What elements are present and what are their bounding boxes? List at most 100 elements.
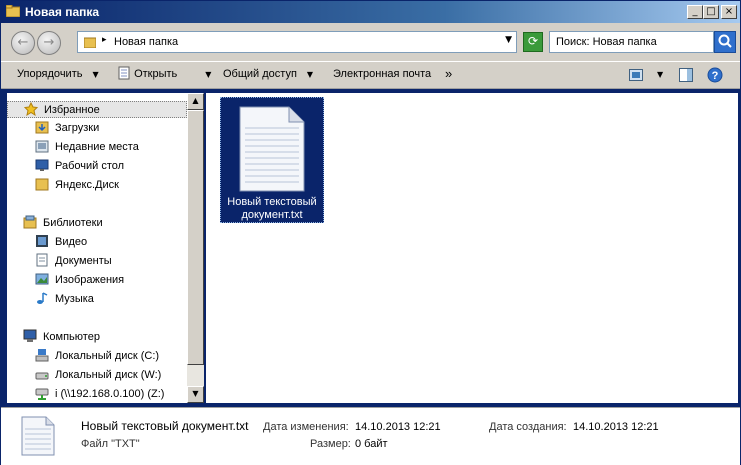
nav-item-disk-c[interactable]: Локальный диск (C:)	[35, 348, 159, 365]
details-created-value: 14.10.2013 12:21	[573, 421, 659, 433]
breadcrumb-arrow-icon[interactable]: ▸	[102, 35, 107, 45]
minimize-button[interactable]: _	[687, 5, 703, 19]
nav-item-disk-w[interactable]: Локальный диск (W:)	[35, 367, 161, 384]
details-file-name: Новый текстовый документ.txt	[81, 419, 249, 433]
more-commands-button[interactable]: »	[445, 66, 452, 81]
nav-label: Локальный диск (W:)	[55, 369, 162, 381]
drive-icon	[35, 367, 49, 381]
chevron-down-icon: ▼	[205, 70, 212, 79]
search-icon	[718, 34, 732, 48]
address-bar-row: ← → ▸ Новая папка ▼ ⟳ Поиск: Новая папка	[1, 23, 740, 61]
nav-item-libraries[interactable]: Библиотеки	[23, 215, 103, 232]
chevron-down-icon: ▼	[306, 70, 314, 79]
chevron-down-icon[interactable]: ▼	[657, 70, 663, 79]
preview-pane-icon[interactable]	[679, 68, 693, 82]
explorer-window: Новая папка _ □ × ← → ▸ Новая папка ▼ ⟳ …	[0, 0, 741, 465]
window-title: Новая папка	[25, 5, 100, 19]
file-list-area[interactable]: Новый текстовый документ.txt	[206, 93, 738, 403]
nav-item-yandex-disk[interactable]: Яндекс.Диск	[35, 177, 119, 194]
computer-icon	[23, 329, 37, 343]
nav-label: Видео	[55, 236, 88, 248]
nav-label: Недавние места	[55, 141, 139, 153]
folder-icon	[35, 177, 49, 191]
open-label: Открыть	[134, 68, 178, 80]
nav-item-computer[interactable]: Компьютер	[23, 329, 100, 346]
nav-label: Библиотеки	[43, 217, 103, 229]
svg-text:?: ?	[712, 70, 719, 82]
open-menu[interactable]: Открыть ▼	[117, 66, 211, 80]
help-icon[interactable]: ?	[707, 67, 723, 83]
nav-label: Рабочий стол	[55, 160, 125, 172]
navigation-pane: Избранное Загрузки Недавние места Рабочи…	[7, 93, 187, 403]
nav-item-video[interactable]: Видео	[35, 234, 87, 251]
scroll-thumb[interactable]	[187, 110, 204, 365]
downloads-folder-icon	[35, 120, 49, 134]
star-icon	[23, 101, 39, 117]
organize-label: Упорядочить	[17, 68, 83, 80]
file-name-label: Новый текстовый документ.txt	[223, 196, 321, 222]
text-document-icon	[239, 106, 305, 192]
command-toolbar: Упорядочить ▼ Открыть ▼ Общий доступ ▼ Элек…	[1, 61, 740, 89]
recent-places-icon	[35, 139, 49, 153]
desktop-icon	[35, 158, 49, 172]
nav-item-desktop[interactable]: Рабочий стол	[35, 158, 124, 175]
nav-label: Избранное	[44, 104, 100, 116]
nav-label: Музыка	[55, 293, 94, 305]
video-icon	[35, 234, 49, 248]
file-name-line: Новый текстовый	[227, 196, 317, 208]
network-drive-icon	[35, 386, 49, 400]
chevron-down-icon[interactable]: ▼	[505, 35, 512, 45]
file-name-line: документ.txt	[241, 209, 303, 221]
share-menu[interactable]: Общий доступ ▼	[223, 68, 313, 80]
music-icon	[35, 291, 49, 305]
breadcrumb-current[interactable]: Новая папка	[114, 36, 178, 48]
nav-item-disk-z[interactable]: i (\\192.168.0.100) (Z:)	[35, 386, 164, 403]
nav-label: Компьютер	[43, 331, 100, 343]
text-document-icon	[21, 416, 55, 456]
file-item-txt[interactable]: Новый текстовый документ.txt	[220, 97, 324, 223]
search-input[interactable]: Поиск: Новая папка	[549, 31, 714, 53]
nav-item-documents[interactable]: Документы	[35, 253, 112, 270]
details-file-type: Файл "TXT"	[81, 438, 140, 450]
scroll-down-button[interactable]: ▼	[187, 386, 204, 403]
nav-item-favorites[interactable]: Избранное	[7, 101, 187, 118]
maximize-button[interactable]: □	[703, 5, 719, 19]
address-bar[interactable]: ▸ Новая папка ▼	[77, 31, 517, 53]
libraries-icon	[23, 215, 37, 229]
nav-label: Документы	[55, 255, 112, 267]
scroll-up-button[interactable]: ▲	[187, 93, 204, 110]
folder-icon	[84, 37, 96, 48]
share-label: Общий доступ	[223, 68, 297, 80]
sidebar-scrollbar[interactable]: ▲ ▼	[187, 93, 204, 403]
nav-label: Загрузки	[55, 122, 100, 134]
details-size-label: Размер:	[310, 438, 351, 450]
search-button[interactable]	[714, 31, 736, 53]
nav-item-images[interactable]: Изображения	[35, 272, 124, 289]
nav-label: Локальный диск (C:)	[55, 350, 160, 362]
folder-icon	[6, 5, 20, 17]
notepad-icon	[118, 66, 130, 80]
system-drive-icon	[35, 348, 49, 362]
documents-icon	[35, 253, 49, 267]
close-button[interactable]: ×	[721, 5, 737, 19]
nav-item-music[interactable]: Музыка	[35, 291, 94, 308]
view-options-icon[interactable]	[629, 69, 643, 81]
nav-label: Яндекс.Диск	[55, 179, 119, 191]
forward-button[interactable]: →	[37, 31, 61, 55]
details-pane: Новый текстовый документ.txt Дата измене…	[1, 407, 740, 465]
nav-label: Изображения	[55, 274, 125, 286]
nav-item-downloads[interactable]: Загрузки	[35, 120, 99, 137]
details-size-value: 0 байт	[355, 438, 388, 450]
title-bar[interactable]: Новая папка _ □ ×	[1, 1, 740, 23]
back-button[interactable]: ←	[11, 31, 35, 55]
chevron-down-icon: ▼	[92, 70, 99, 79]
refresh-button[interactable]: ⟳	[523, 32, 543, 52]
details-modified-label: Дата изменения:	[263, 421, 349, 433]
details-created-label: Дата создания:	[489, 421, 567, 433]
nav-label: i (\\192.168.0.100) (Z:)	[55, 388, 165, 400]
email-button[interactable]: Электронная почта	[333, 68, 431, 80]
nav-item-recent[interactable]: Недавние места	[35, 139, 139, 156]
organize-menu[interactable]: Упорядочить ▼	[17, 68, 99, 80]
images-icon	[35, 272, 49, 286]
details-modified-value: 14.10.2013 12:21	[355, 421, 441, 433]
